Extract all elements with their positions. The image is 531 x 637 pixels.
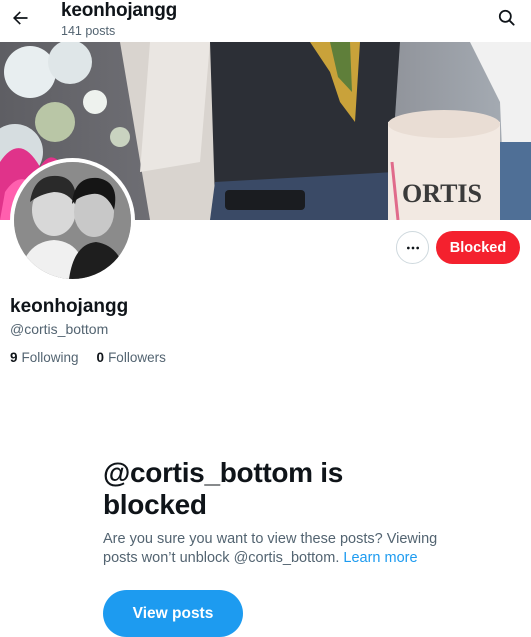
user-handle: @cortis_bottom [10, 321, 109, 337]
post-count: 141 posts [61, 24, 116, 38]
view-posts-button[interactable]: View posts [103, 590, 243, 637]
more-horizontal-icon [406, 246, 419, 249]
blocked-notice-title: @cortis_bottom is blocked [103, 457, 344, 520]
following-label: Following [21, 350, 79, 365]
followers-count: 0 [96, 350, 105, 365]
display-name: keonhojangg [10, 296, 129, 317]
follow-stats: 9 Following 0 Followers [10, 350, 166, 365]
profile-header: keonhojangg 141 posts [0, 0, 531, 42]
blocked-notice-description: Are you sure you want to view these post… [103, 530, 443, 568]
followers-link[interactable]: 0 Followers [97, 350, 166, 365]
avatar[interactable] [10, 158, 135, 283]
page-title: keonhojangg [61, 0, 178, 21]
back-button[interactable] [6, 4, 34, 32]
followers-label: Followers [108, 350, 166, 365]
arrow-left-icon [13, 11, 28, 25]
search-button[interactable] [495, 6, 517, 28]
more-options-button[interactable] [396, 231, 429, 264]
cake-text: ORTIS [402, 179, 482, 208]
learn-more-link[interactable]: Learn more [343, 550, 417, 566]
search-icon [498, 9, 515, 26]
following-link[interactable]: 9 Following [10, 350, 79, 365]
blocked-button[interactable]: Blocked [436, 231, 520, 264]
following-count: 9 [10, 350, 18, 365]
avatar-photo [14, 162, 131, 279]
